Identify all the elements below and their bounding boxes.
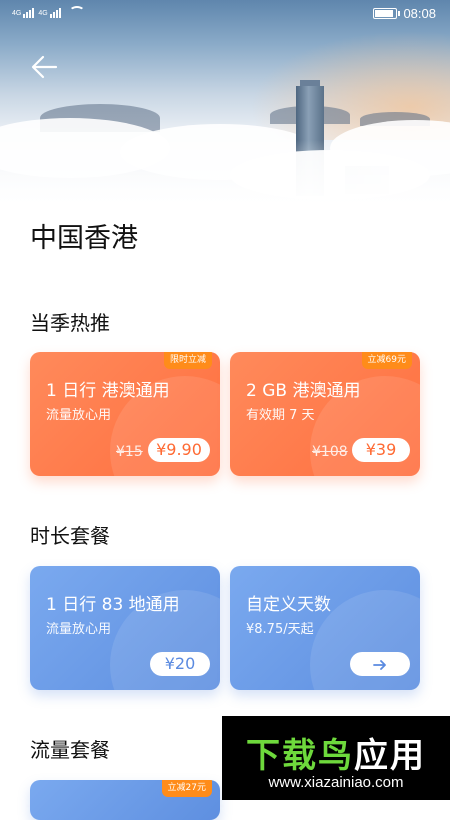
original-price: ¥15 (116, 444, 143, 460)
discount-badge: 立减27元 (161, 780, 212, 797)
section-title-hot: 当季热推 (30, 311, 110, 335)
back-button[interactable] (28, 50, 62, 84)
duration-card-1day-83[interactable]: 1 日行 83 地通用 流量放心用 ¥20 (30, 566, 220, 690)
signal-strength-icon: 4G (12, 8, 35, 18)
package-name: 自定义天数 (246, 595, 331, 615)
section-title-data: 流量套餐 (30, 738, 110, 762)
hot-card-2gb[interactable]: 立减69元 2 GB 港澳通用 有效期 7 天 ¥108 ¥39 (230, 352, 420, 476)
battery-icon (373, 8, 401, 19)
signal-strength-icon-2: 4G (38, 8, 61, 18)
buy-price-button[interactable]: ¥39 (352, 438, 410, 462)
package-desc: 流量放心用 (46, 622, 112, 637)
status-time: 08:08 (403, 6, 436, 21)
discount-badge: 限时立减 (163, 352, 212, 369)
hero-banner-image (0, 0, 450, 210)
package-desc: 流量放心用 (46, 408, 112, 423)
page-title: 中国香港 (30, 223, 138, 254)
hot-card-1day[interactable]: 限时立减 1 日行 港澳通用 流量放心用 ¥15 ¥9.90 (30, 352, 220, 476)
arrow-right-icon (373, 659, 386, 670)
watermark-url: www.xiazainiao.com (268, 774, 404, 791)
wifi-icon (68, 6, 85, 18)
section-title-duration: 时长套餐 (30, 524, 110, 548)
buy-price-button[interactable]: ¥9.90 (148, 438, 210, 462)
go-button[interactable] (350, 652, 410, 676)
original-price: ¥108 (312, 444, 348, 460)
watermark-logo: 下载鸟应用 www.xiazainiao.com (222, 716, 450, 800)
duration-card-custom[interactable]: 自定义天数 ¥8.75/天起 (230, 566, 420, 690)
package-name: 1 日行 港澳通用 (46, 381, 170, 401)
discount-badge: 立减69元 (361, 352, 412, 369)
data-card-partial[interactable]: 立减27元 (30, 780, 220, 820)
arrow-left-icon (31, 55, 58, 79)
package-name: 1 日行 83 地通用 (46, 595, 180, 615)
package-name: 2 GB 港澳通用 (246, 381, 361, 401)
buy-price-button[interactable]: ¥20 (150, 652, 210, 676)
status-bar: 4G 4G 08:08 (0, 0, 450, 28)
package-desc: 有效期 7 天 (246, 408, 315, 423)
package-desc: ¥8.75/天起 (246, 622, 314, 637)
